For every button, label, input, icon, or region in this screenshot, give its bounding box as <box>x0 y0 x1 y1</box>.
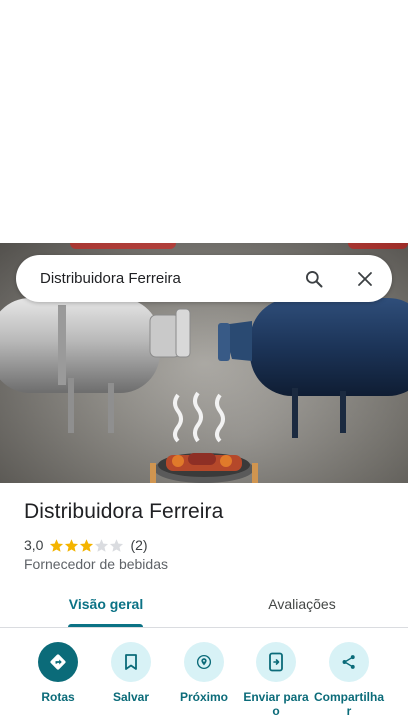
share-label: Compartilhar <box>313 690 384 718</box>
rating-row[interactable]: 3,0 (2) <box>24 536 148 554</box>
nearby-icon <box>184 642 224 682</box>
place-category: Fornecedor de bebidas <box>24 556 168 572</box>
send-to-phone-label: Enviar para o <box>243 690 309 718</box>
tab-active-indicator <box>68 624 143 627</box>
share-icon <box>329 642 369 682</box>
star-filled-icon <box>65 538 79 552</box>
star-empty-icon <box>110 538 124 552</box>
directions-icon <box>38 642 78 682</box>
save-label: Salvar <box>112 690 150 704</box>
save-button[interactable]: Salvar <box>95 642 167 704</box>
place-title: Distribuidora Ferreira <box>24 500 224 523</box>
tab-overview[interactable]: Visão geral <box>55 583 157 627</box>
rating-value: 3,0 <box>24 537 44 553</box>
search-icon[interactable] <box>299 264 329 294</box>
close-icon[interactable] <box>350 264 380 294</box>
search-query[interactable]: Distribuidora Ferreira <box>40 255 181 302</box>
directions-label: Rotas <box>41 690 75 704</box>
star-filled-icon <box>50 538 64 552</box>
directions-button[interactable]: Rotas <box>22 642 94 704</box>
nearby-button[interactable]: Próximo <box>168 642 240 704</box>
star-empty-icon <box>95 538 109 552</box>
rating-stars <box>49 538 124 553</box>
nearby-label: Próximo <box>179 690 228 704</box>
send-to-phone-button[interactable]: Enviar para o <box>240 642 312 718</box>
action-buttons: Rotas Salvar Próximo Enviar para o Compa… <box>0 642 408 726</box>
send-to-phone-icon <box>256 642 296 682</box>
share-button[interactable]: Compartilhar <box>313 642 385 718</box>
star-filled-icon <box>80 538 94 552</box>
search-bar[interactable]: Distribuidora Ferreira <box>16 255 392 302</box>
bookmark-icon <box>111 642 151 682</box>
reviews-count: (2) <box>130 537 148 553</box>
tab-reviews[interactable]: Avaliações <box>250 583 354 627</box>
place-tabs: Visão geral Avaliações <box>0 583 408 628</box>
